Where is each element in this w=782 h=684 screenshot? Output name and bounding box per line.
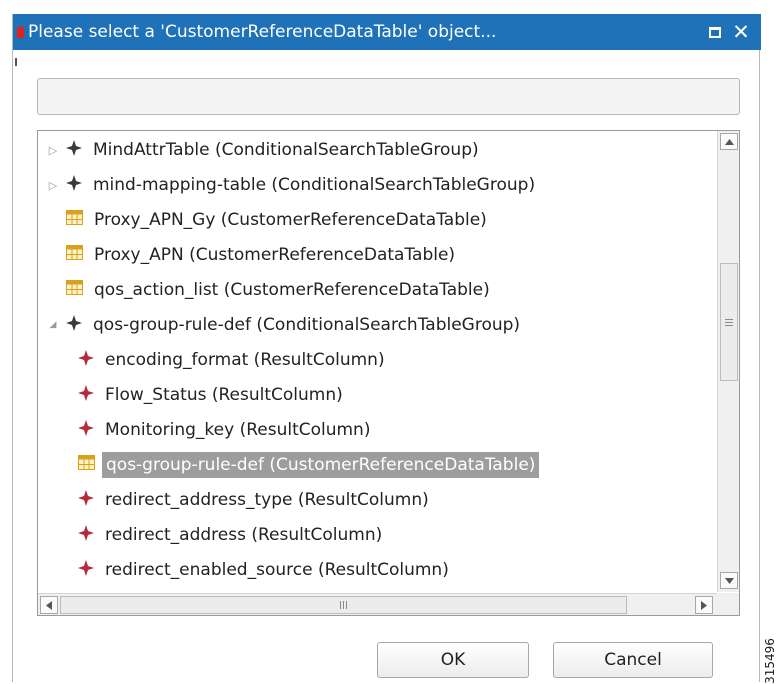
- tree-item-label: Proxy_APN_Gy (CustomerReferenceDataTable…: [94, 210, 487, 230]
- scroll-down-button[interactable]: [720, 572, 738, 589]
- select-object-dialog: Please select a 'CustomerReferenceDataTa…: [12, 14, 761, 682]
- tree-item[interactable]: ◢ qos-group-rule-def (ConditionalSearchTa…: [38, 308, 524, 342]
- maximize-icon: [709, 26, 721, 38]
- grip-line: [346, 601, 347, 609]
- triangle-right-icon: [701, 600, 707, 610]
- grip-line: [343, 601, 344, 609]
- tree-item[interactable]: qos_action_list (CustomerReferenceDataTa…: [38, 273, 494, 307]
- tree-item-label: Flow_Status (ResultColumn): [105, 385, 343, 405]
- triangle-down-icon: [724, 577, 734, 584]
- column-icon: [78, 524, 94, 546]
- ok-button[interactable]: OK: [377, 642, 529, 678]
- column-icon: [78, 419, 94, 441]
- group-icon: [66, 314, 82, 336]
- scroll-right-button[interactable]: [695, 596, 713, 614]
- group-icon: [66, 174, 82, 196]
- group-icon: [66, 139, 82, 161]
- tree-item-label: qos-group-rule-def (CustomerReferenceDat…: [102, 452, 540, 478]
- tree-item[interactable]: ▷ mind-mapping-table (ConditionalSearchTa…: [38, 168, 539, 202]
- tree-item-label: mind-mapping-table (ConditionalSearchTab…: [93, 175, 536, 195]
- tree-item-label: redirect_enabled_source (ResultColumn): [105, 560, 449, 580]
- object-tree[interactable]: ▷ MindAttrTable (ConditionalSearchTableGr…: [37, 130, 740, 616]
- tree-item[interactable]: Monitoring_key (ResultColumn): [38, 413, 374, 447]
- tree-item[interactable]: redirect_address (ResultColumn): [38, 518, 386, 552]
- filter-input[interactable]: [37, 78, 740, 115]
- column-icon: [78, 349, 94, 371]
- close-button[interactable]: ✕: [729, 14, 753, 50]
- grip-line: [725, 318, 733, 320]
- maximize-button[interactable]: [703, 14, 727, 50]
- tree-item-label: qos-group-rule-def (ConditionalSearchTab…: [93, 315, 521, 335]
- dialog-title: Please select a 'CustomerReferenceDataTa…: [28, 22, 497, 42]
- table-icon: [66, 245, 83, 265]
- tree-item[interactable]: Flow_Status (ResultColumn): [38, 378, 347, 412]
- column-icon: [78, 489, 94, 511]
- tree-item[interactable]: ▷ MindAttrTable (ConditionalSearchTableGr…: [38, 133, 483, 167]
- figure-id: 315496: [758, 638, 782, 684]
- expand-arrow-icon[interactable]: ▷: [46, 144, 60, 157]
- tree-item[interactable]: Proxy_APN (CustomerReferenceDataTable): [38, 238, 459, 272]
- tree-item-label: Monitoring_key (ResultColumn): [105, 420, 371, 440]
- text-cursor-mark: [15, 58, 17, 66]
- tree-item-label: Proxy_APN (CustomerReferenceDataTable): [94, 245, 456, 265]
- table-icon: [78, 455, 95, 475]
- tree-item-label: encoding_format (ResultColumn): [105, 350, 385, 370]
- grip-line: [340, 601, 341, 609]
- column-icon: [78, 559, 94, 581]
- expand-arrow-icon[interactable]: ▷: [46, 179, 60, 192]
- grip-line: [725, 321, 733, 323]
- column-icon: [78, 384, 94, 406]
- tree-item-label: MindAttrTable (ConditionalSearchTableGro…: [93, 140, 479, 160]
- scroll-left-button[interactable]: [40, 596, 58, 614]
- table-icon: [66, 210, 83, 230]
- dialog-titlebar[interactable]: Please select a 'CustomerReferenceDataTa…: [13, 14, 761, 50]
- close-icon: ✕: [732, 19, 750, 44]
- tree-item[interactable]: Proxy_APN_Gy (CustomerReferenceDataTable…: [38, 203, 491, 237]
- horizontal-scrollbar[interactable]: [38, 593, 717, 615]
- title-marker-icon: [17, 26, 24, 38]
- tree-item[interactable]: encoding_format (ResultColumn): [38, 343, 389, 377]
- grip-line: [725, 324, 733, 326]
- tree-item-label: redirect_address_type (ResultColumn): [105, 490, 429, 510]
- scrollbar-corner: [717, 593, 739, 615]
- triangle-left-icon: [46, 600, 52, 610]
- cancel-button[interactable]: Cancel: [553, 642, 713, 678]
- vertical-scroll-thumb[interactable]: [720, 263, 738, 381]
- tree-item[interactable]: redirect_address_type (ResultColumn): [38, 483, 433, 517]
- figure-id-text: 315496: [763, 638, 777, 684]
- horizontal-scroll-thumb[interactable]: [60, 596, 627, 614]
- scroll-up-button[interactable]: [720, 133, 738, 150]
- tree-item[interactable]: redirect_enabled_source (ResultColumn): [38, 553, 453, 587]
- collapse-arrow-icon[interactable]: ◢: [46, 320, 60, 330]
- tree-item-label: redirect_address (ResultColumn): [105, 525, 383, 545]
- tree-item-label: qos_action_list (CustomerReferenceDataTa…: [94, 280, 490, 300]
- tree-item[interactable]: qos-group-rule-def (CustomerReferenceDat…: [38, 448, 540, 482]
- triangle-up-icon: [724, 138, 734, 145]
- table-icon: [66, 280, 83, 300]
- vertical-scrollbar[interactable]: [717, 131, 739, 592]
